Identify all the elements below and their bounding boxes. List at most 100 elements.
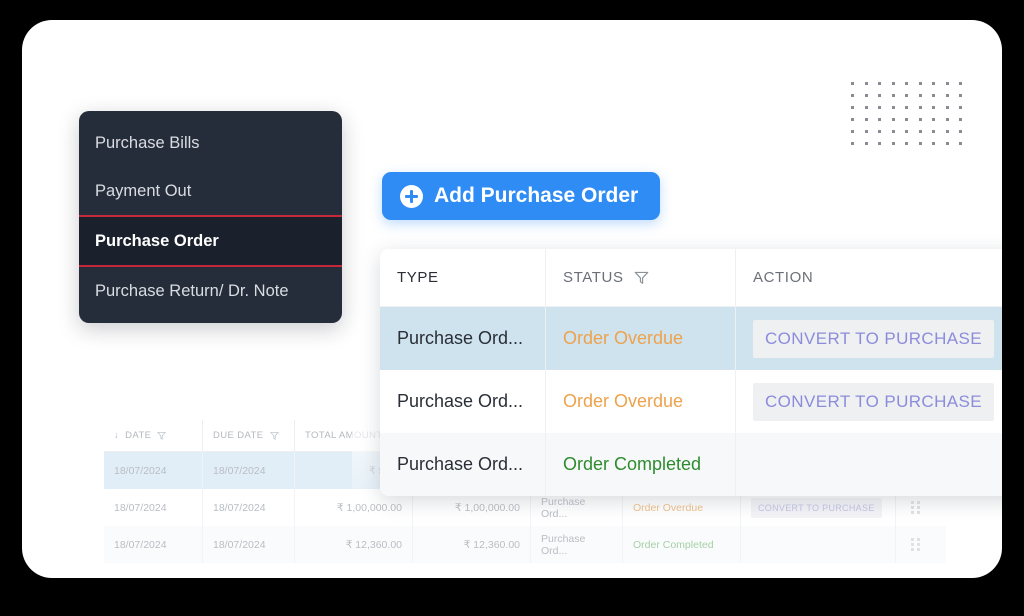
magnified-table-row[interactable]: Purchase Ord... Order Overdue CONVERT TO… (380, 307, 1002, 370)
grid-dot (959, 82, 963, 85)
grid-dot (945, 82, 949, 85)
background-cell-action (740, 526, 895, 563)
grid-dot (891, 106, 895, 109)
convert-to-purchase-button[interactable]: CONVERT TO PURCHASE (751, 497, 882, 518)
grid-dot (918, 82, 922, 85)
sidebar-item-label: Purchase Bills (95, 133, 200, 152)
magnified-col-type-label: TYPE (397, 269, 439, 286)
grid-dot (945, 118, 949, 121)
grid-dot (918, 130, 922, 133)
dot-grid-decoration (851, 82, 973, 154)
sidebar-item-label: Purchase Order (95, 231, 219, 250)
magnified-col-type[interactable]: TYPE (380, 249, 545, 306)
grid-dot (864, 142, 868, 145)
grid-dot (864, 82, 868, 85)
magnified-table-panel: TYPE STATUS ACTION Purchase Ord... Order… (380, 249, 1002, 496)
background-cell-due-date: 18/07/2024 (202, 489, 294, 526)
filter-funnel-icon[interactable] (269, 431, 279, 440)
grid-dot (864, 118, 868, 121)
grid-dot (891, 82, 895, 85)
plus-circle-icon (400, 184, 423, 208)
magnified-cell-type: Purchase Ord... (397, 328, 524, 348)
add-purchase-order-button[interactable]: Add Purchase Order (382, 172, 661, 220)
grid-dot (959, 94, 963, 97)
convert-to-purchase-button[interactable]: CONVERT TO PURCHASE (753, 319, 995, 358)
magnified-header-row: TYPE STATUS ACTION (380, 249, 1002, 307)
grid-dot (918, 142, 922, 145)
background-col-due-date[interactable]: DUE DATE (202, 420, 294, 451)
sidebar-item-purchase-return-dr-note[interactable]: Purchase Return/ Dr. Note (79, 267, 342, 315)
grid-dot (891, 142, 895, 145)
sidebar-item-payment-out[interactable]: Payment Out (79, 167, 342, 215)
grid-dot (878, 118, 882, 121)
magnified-col-status[interactable]: STATUS (545, 249, 735, 306)
background-cell-grip[interactable] (895, 526, 935, 563)
background-col-date-label: DATE (125, 430, 152, 441)
magnified-cell-action[interactable]: CONVERT TO PURCHASE (735, 307, 1002, 370)
magnified-cell-action[interactable]: CONVERT TO PURCHASE (735, 370, 1002, 433)
grid-dot (959, 118, 963, 121)
grid-dot (851, 106, 854, 109)
purchase-menu: Purchase Bills Payment Out Purchase Orde… (79, 111, 342, 323)
grid-dot (878, 142, 882, 145)
grid-dot (878, 130, 882, 133)
grid-dot (878, 82, 882, 85)
add-purchase-order-label: Add Purchase Order (434, 184, 639, 207)
magnified-cell-action (735, 433, 1002, 496)
grid-dot (851, 130, 854, 133)
grid-dot (851, 118, 854, 121)
app-card: ↓ DATE DUE DATE TOTAL AMOUNT 18/07/2024 … (22, 20, 1002, 578)
grid-dot (945, 142, 949, 145)
grid-dot (959, 142, 963, 145)
background-cell-date: 18/07/2024 (114, 464, 167, 477)
grid-dot (891, 94, 895, 97)
sidebar-item-purchase-bills[interactable]: Purchase Bills (79, 119, 342, 167)
grid-dot (864, 130, 868, 133)
grid-dot (945, 94, 949, 97)
grid-dot (878, 106, 882, 109)
convert-to-purchase-button[interactable]: CONVERT TO PURCHASE (753, 382, 995, 421)
background-col-date[interactable]: ↓ DATE (104, 420, 202, 451)
filter-funnel-icon[interactable] (634, 270, 649, 285)
sidebar-item-label: Purchase Return/ Dr. Note (95, 281, 289, 300)
magnified-col-action[interactable]: ACTION (735, 249, 1002, 306)
background-col-due-date-label: DUE DATE (213, 430, 264, 441)
grid-dot (905, 118, 909, 121)
magnified-cell-type: Purchase Ord... (397, 454, 524, 474)
grid-dot (891, 118, 895, 121)
sidebar-item-purchase-order[interactable]: Purchase Order (79, 215, 342, 267)
magnified-col-action-label: ACTION (753, 269, 814, 286)
grid-dot (918, 118, 922, 121)
grid-dot (932, 118, 936, 121)
magnified-table-row[interactable]: Purchase Ord... Order Completed (380, 433, 1002, 496)
grid-dot (945, 130, 949, 133)
grid-dot (905, 106, 909, 109)
grid-dot (959, 106, 963, 109)
drag-handle-icon[interactable] (911, 501, 920, 514)
grid-dot (918, 94, 922, 97)
background-col-total-amount-label: TOTAL AMOUNT (305, 430, 383, 441)
grid-dot (878, 94, 882, 97)
background-cell-due-date: 18/07/2024 (202, 526, 294, 563)
grid-dot (851, 82, 854, 85)
background-cell-due-date: 18/07/2024 (202, 452, 294, 489)
grid-dot (851, 94, 854, 97)
screenshot-stage: ↓ DATE DUE DATE TOTAL AMOUNT 18/07/2024 … (0, 0, 1024, 616)
background-cell-status: Order Completed (622, 526, 740, 563)
background-cell-balance: ₹ 12,360.00 (412, 526, 530, 563)
grid-dot (864, 106, 868, 109)
background-table-row[interactable]: 18/07/2024 18/07/2024 ₹ 12,360.00 ₹ 12,3… (104, 526, 946, 563)
filter-funnel-icon[interactable] (157, 431, 167, 440)
background-cell-type: Purchase Ord... (530, 526, 622, 563)
grid-dot (932, 82, 936, 85)
grid-dot (851, 142, 854, 145)
grid-dot (945, 106, 949, 109)
sidebar-item-label: Payment Out (95, 181, 192, 200)
drag-handle-icon[interactable] (911, 538, 920, 551)
grid-dot (905, 142, 909, 145)
background-cell-total: ₹ 12,360.00 (294, 526, 412, 563)
grid-dot (905, 94, 909, 97)
grid-dot (932, 142, 936, 145)
magnified-table-row[interactable]: Purchase Ord... Order Overdue CONVERT TO… (380, 370, 1002, 433)
magnified-cell-type: Purchase Ord... (397, 391, 524, 411)
